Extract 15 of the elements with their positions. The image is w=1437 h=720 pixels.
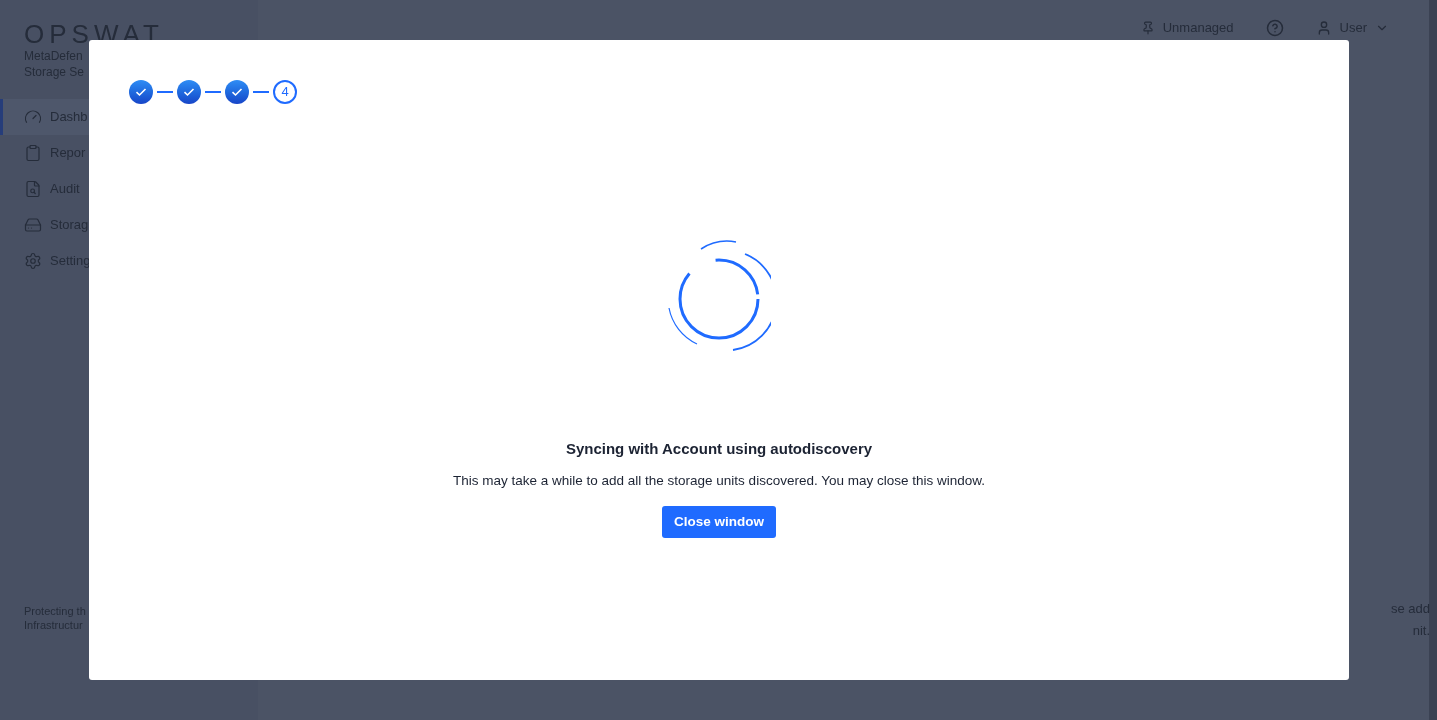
help-icon[interactable] bbox=[1265, 18, 1284, 37]
drive-icon bbox=[24, 216, 42, 234]
gauge-icon bbox=[24, 108, 42, 126]
dialog-message: This may take a while to add all the storage units discovered. You may close this window. bbox=[452, 471, 985, 490]
dialog-title: Syncing with Account using autodiscovery bbox=[565, 439, 873, 459]
loading-spinner-icon bbox=[667, 240, 771, 354]
check-icon bbox=[231, 87, 243, 97]
settings-icon bbox=[24, 252, 42, 270]
close-window-button[interactable]: Close window bbox=[662, 505, 776, 538]
check-icon bbox=[135, 87, 147, 97]
pin-icon bbox=[1140, 20, 1155, 35]
check-icon bbox=[183, 87, 195, 97]
document-icon bbox=[24, 180, 42, 198]
step-current: 4 bbox=[273, 80, 297, 104]
clipboard-icon bbox=[24, 144, 42, 162]
